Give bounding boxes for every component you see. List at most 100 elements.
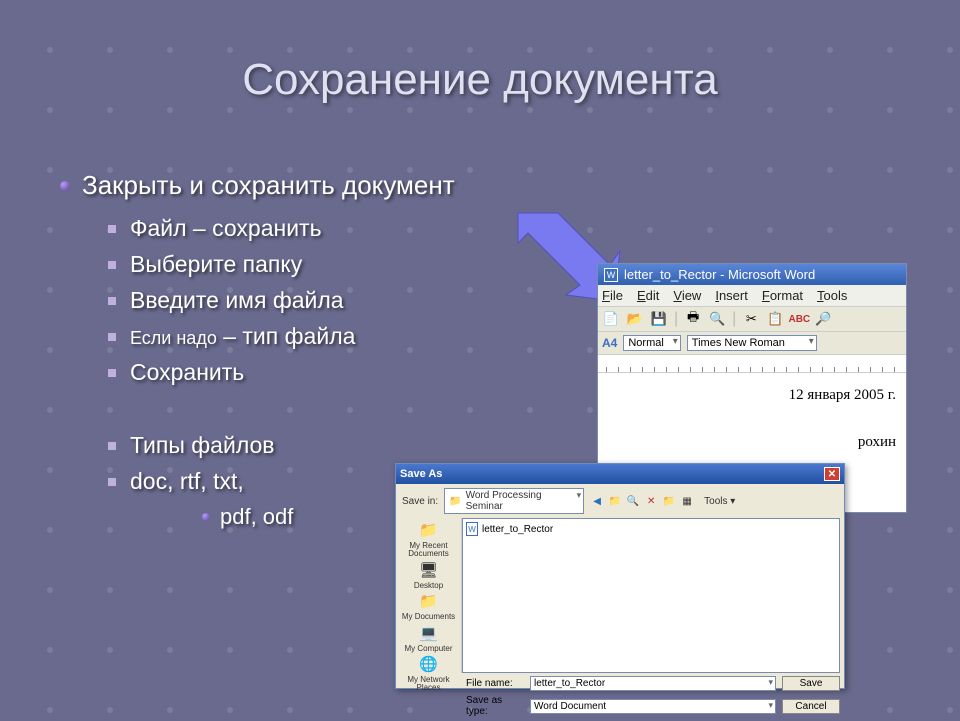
styles-icon[interactable]: A4 bbox=[602, 336, 617, 350]
saveas-bottom: File name: letter_to_Rector Save Save as… bbox=[396, 673, 844, 721]
sub-file-types: Типы файлов bbox=[108, 432, 455, 459]
search-icon[interactable]: 🔍 bbox=[626, 494, 640, 508]
back-icon[interactable]: ◀ bbox=[590, 494, 604, 508]
bullet-icon bbox=[60, 181, 70, 191]
sub-save: Сохранить bbox=[108, 359, 455, 386]
desktop-icon: 🖥 bbox=[417, 561, 439, 581]
savein-label: Save in: bbox=[402, 496, 438, 507]
saveas-title-text: Save As bbox=[400, 468, 442, 480]
file-list[interactable]: W letter_to_Rector bbox=[462, 518, 840, 673]
sub-file-save: Файл – сохранить bbox=[108, 215, 455, 242]
saveastype-label: Save as type: bbox=[466, 695, 524, 717]
place-recent[interactable]: 📁My Recent Documents bbox=[396, 521, 461, 559]
sub-text-rest: – тип файла bbox=[217, 323, 356, 349]
filename-value: letter_to_Rector bbox=[534, 678, 605, 689]
word-icon: W bbox=[604, 268, 618, 282]
square-icon bbox=[108, 442, 116, 450]
menu-edit[interactable]: Edit bbox=[637, 288, 659, 303]
square-icon bbox=[108, 261, 116, 269]
place-label: My Computer bbox=[404, 644, 452, 653]
sub-text-prefix: Если надо bbox=[130, 328, 217, 348]
word-title-text: letter_to_Rector - Microsoft Word bbox=[624, 267, 815, 282]
tools-label: Tools bbox=[704, 496, 727, 507]
square-icon bbox=[108, 369, 116, 377]
square-icon bbox=[108, 478, 116, 486]
sub-choose-folder: Выберите папку bbox=[108, 251, 455, 278]
worddoc-icon: W bbox=[466, 522, 478, 536]
sub-text: pdf, odf bbox=[220, 504, 293, 530]
slide-title: Сохранение документа bbox=[0, 55, 960, 105]
open-icon[interactable]: 📂 bbox=[626, 310, 644, 328]
square-icon bbox=[108, 333, 116, 341]
place-desktop[interactable]: 🖥Desktop bbox=[414, 561, 443, 590]
sub-text: Введите имя файла bbox=[130, 287, 344, 314]
doc-name-text: рохин bbox=[634, 434, 896, 451]
saveas-toolbar: Save in: 📁 Word Processing Seminar ◀ 📁 🔍… bbox=[396, 484, 844, 518]
style-combo[interactable]: Normal bbox=[623, 335, 680, 351]
delete-icon[interactable]: ✕ bbox=[644, 494, 658, 508]
mynet-icon: 🌐 bbox=[418, 655, 440, 675]
spellcheck-icon[interactable]: ABC bbox=[790, 310, 808, 328]
folder-icon: 📁 bbox=[449, 496, 461, 507]
views-icon[interactable]: ▦ bbox=[680, 494, 694, 508]
word-format-bar: A4 Normal Times New Roman bbox=[598, 332, 906, 355]
menu-insert[interactable]: Insert bbox=[715, 288, 748, 303]
word-titlebar: W letter_to_Rector - Microsoft Word bbox=[598, 264, 906, 285]
menu-tools[interactable]: Tools bbox=[817, 288, 847, 303]
place-mycomp[interactable]: 💻My Computer bbox=[404, 624, 452, 653]
new-icon[interactable]: 📄 bbox=[602, 310, 620, 328]
bullet-main: Закрыть и сохранить документ bbox=[60, 170, 455, 201]
recent-icon: 📁 bbox=[418, 521, 440, 541]
places-bar: 📁My Recent Documents 🖥Desktop 📁My Docume… bbox=[396, 518, 462, 673]
newfolder-icon[interactable]: 📁 bbox=[662, 494, 676, 508]
file-item-label: letter_to_Rector bbox=[482, 524, 553, 535]
sub-enter-filename: Введите имя файла bbox=[108, 287, 455, 314]
save-as-dialog: Save As ✕ Save in: 📁 Word Processing Sem… bbox=[395, 463, 845, 689]
place-mydocs[interactable]: 📁My Documents bbox=[402, 592, 455, 621]
cancel-button[interactable]: Cancel bbox=[782, 699, 840, 714]
place-label: My Network Places bbox=[407, 675, 449, 692]
savein-value: Word Processing Seminar bbox=[466, 490, 570, 512]
square-icon bbox=[108, 225, 116, 233]
sub-file-type: Если надо – тип файла bbox=[108, 323, 455, 350]
research-icon[interactable]: 🔎 bbox=[814, 310, 832, 328]
saveas-titlebar: Save As ✕ bbox=[396, 464, 844, 484]
sub-text: Файл – сохранить bbox=[130, 215, 322, 242]
sub-text: Типы файлов bbox=[130, 432, 275, 459]
filename-input[interactable]: letter_to_Rector bbox=[530, 676, 776, 691]
file-item[interactable]: W letter_to_Rector bbox=[466, 522, 836, 536]
preview-icon[interactable]: 🔍 bbox=[708, 310, 726, 328]
up-icon[interactable]: 📁 bbox=[608, 494, 622, 508]
savein-combo[interactable]: 📁 Word Processing Seminar bbox=[444, 488, 584, 514]
font-combo[interactable]: Times New Roman bbox=[687, 335, 817, 351]
mycomp-icon: 💻 bbox=[417, 624, 439, 644]
menu-view[interactable]: View bbox=[673, 288, 701, 303]
sub-text: doc, rtf, txt, bbox=[130, 468, 244, 495]
bullet-icon bbox=[202, 513, 210, 521]
sub-text: Сохранить bbox=[130, 359, 244, 386]
menu-format[interactable]: Format bbox=[762, 288, 803, 303]
font-value: Times New Roman bbox=[692, 337, 785, 349]
mydocs-icon: 📁 bbox=[417, 592, 439, 612]
sub-text: Выберите папку bbox=[130, 251, 302, 278]
place-label: My Documents bbox=[402, 612, 455, 621]
filename-label: File name: bbox=[466, 678, 524, 689]
cut-icon[interactable]: ✂ bbox=[742, 310, 760, 328]
place-label: Desktop bbox=[414, 581, 443, 590]
place-label: My Recent Documents bbox=[408, 541, 448, 558]
square-icon bbox=[108, 297, 116, 305]
copy-icon[interactable]: 📋 bbox=[766, 310, 784, 328]
print-icon[interactable]: 🖶 bbox=[684, 310, 702, 328]
doc-date-text: 12 января 2005 г. bbox=[634, 387, 896, 404]
save-button[interactable]: Save bbox=[782, 676, 840, 691]
document-body[interactable]: 12 января 2005 г. рохин bbox=[598, 373, 906, 461]
menu-file[interactable]: File bbox=[602, 288, 623, 303]
place-mynet[interactable]: 🌐My Network Places bbox=[396, 655, 461, 693]
tools-dropdown[interactable]: Tools ▾ bbox=[704, 496, 735, 507]
save-icon[interactable]: 💾 bbox=[650, 310, 668, 328]
style-value: Normal bbox=[628, 337, 663, 349]
saveastype-value: Word Document bbox=[534, 701, 606, 712]
saveastype-input[interactable]: Word Document bbox=[530, 699, 776, 714]
close-icon[interactable]: ✕ bbox=[824, 467, 840, 481]
word-menubar: File Edit View Insert Format Tools bbox=[598, 285, 906, 307]
